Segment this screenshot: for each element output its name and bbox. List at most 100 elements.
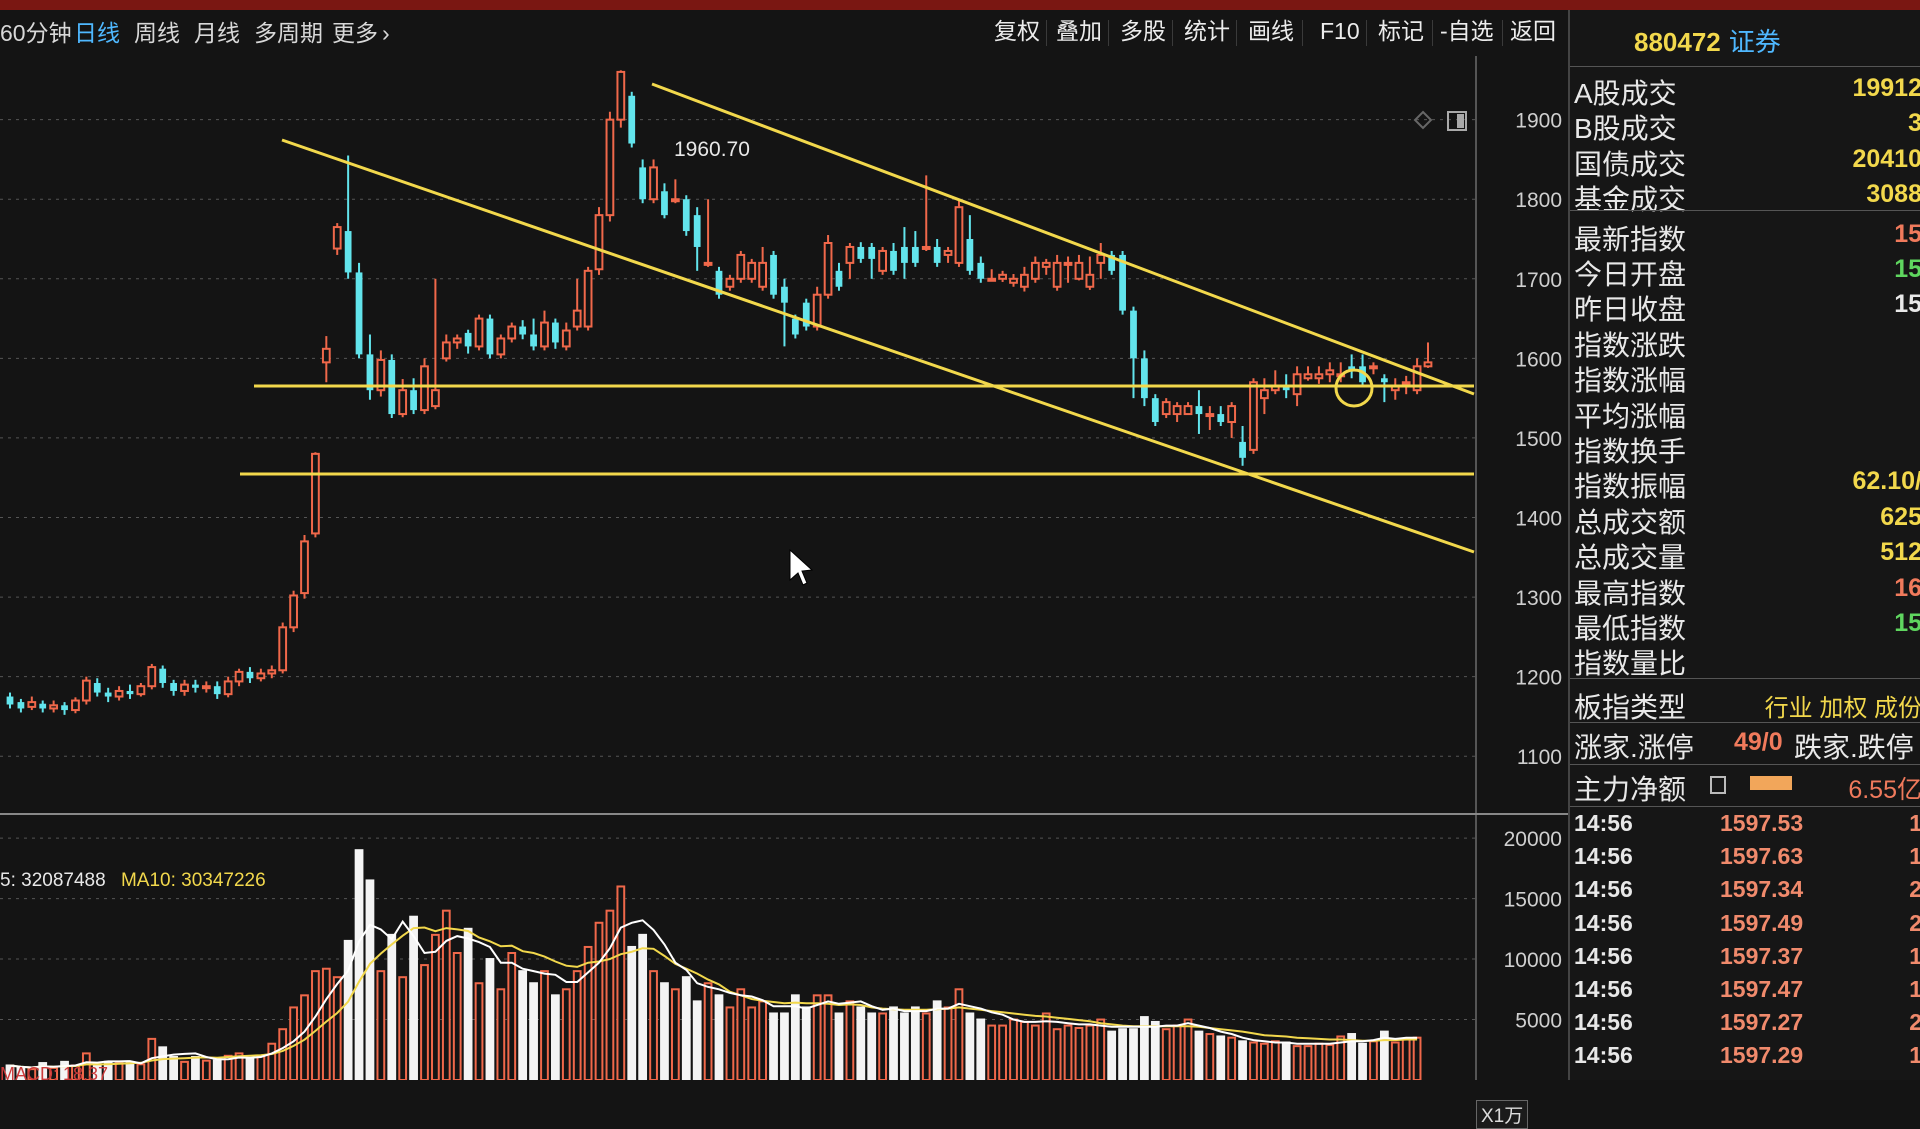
tool-stats-button[interactable]: 统计 [1184, 16, 1230, 46]
candle-body [594, 214, 604, 271]
upper-channel-line[interactable] [651, 82, 1475, 396]
stat-row: 指数涨幅 [1574, 359, 1920, 396]
period-daily[interactable]: 日线 [74, 18, 120, 48]
stat-label: 今日开盘 [1574, 259, 1687, 290]
toolbar-divider [1502, 20, 1503, 46]
chevron-right-icon[interactable]: › [382, 18, 390, 48]
candle-body [933, 246, 941, 263]
candle-body [605, 118, 615, 217]
tick-volume: 2 [1909, 876, 1920, 903]
candle-body [987, 277, 997, 282]
volume-bar [180, 1060, 189, 1080]
candle-body [639, 167, 647, 200]
tool-adjust-button[interactable]: 复权 [994, 16, 1040, 46]
tick-row[interactable]: 14:56 1597.49 2 [1570, 910, 1920, 943]
kline-chart-area[interactable]: 1900 1800 1700 1600 1500 1400 1300 1200 1100 2000… [0, 56, 1568, 1129]
candle-body [464, 332, 472, 347]
candle-body [126, 690, 134, 695]
tool-back-button[interactable]: 返回 [1510, 16, 1556, 46]
stat-label: 总成交量 [1574, 542, 1687, 574]
tool-watchlist-remove-button[interactable]: -自选 [1440, 16, 1494, 46]
tick-time: 14:56 [1574, 909, 1633, 936]
index-type-row: 板指类型 行业 加权 成份 [1574, 686, 1920, 723]
volume-bar [1052, 1028, 1062, 1080]
stat-row: 基金成交 3088 [1574, 178, 1920, 215]
tool-draw-line-button[interactable]: 画线 [1248, 16, 1294, 46]
candle-body [966, 239, 974, 271]
stat-row: 平均涨幅 [1574, 395, 1920, 432]
tick-row[interactable]: 14:56 1597.34 2 [1570, 876, 1920, 909]
tick-row[interactable]: 14:56 1597.53 1 [1570, 810, 1920, 843]
volume-bar [1096, 1018, 1106, 1080]
candle-body [344, 231, 352, 273]
tick-row[interactable]: 14:56 1597.37 1 [1570, 943, 1920, 976]
volume-bar [638, 933, 648, 1080]
period-multi[interactable]: 多周期 [254, 18, 323, 48]
volume-bar [1150, 1020, 1160, 1080]
list-icon[interactable] [1710, 776, 1726, 794]
candle-body [921, 245, 931, 250]
period-weekly[interactable]: 周线 [134, 18, 180, 48]
stat-row: 指数量比 [1574, 642, 1920, 679]
period-monthly[interactable]: 月线 [194, 18, 240, 48]
candle-body [781, 286, 788, 303]
stat-label: B股成交 [1574, 113, 1677, 145]
candle-body [1260, 389, 1269, 400]
volume-bar [191, 1056, 200, 1080]
tick-time: 14:56 [1574, 876, 1633, 903]
candle-body [6, 696, 14, 705]
candle-body [812, 293, 822, 328]
period-more[interactable]: 更多 [332, 18, 378, 48]
volume-bar [605, 909, 615, 1080]
tool-f10-button[interactable]: F10 [1320, 16, 1360, 46]
candle-body [649, 166, 658, 201]
tick-row[interactable]: 14:56 1597.62 1 [1570, 1076, 1920, 1080]
period-60min[interactable]: 60分钟 [0, 18, 72, 48]
candle-body [213, 686, 221, 695]
volume-bar [692, 1000, 702, 1080]
candle-body [561, 329, 571, 348]
tick-row[interactable]: 14:56 1597.29 1 [1570, 1042, 1920, 1075]
volume-bar [1205, 1033, 1215, 1080]
stat-row: 国债成交 20410 [1574, 143, 1920, 180]
divider [1570, 764, 1920, 765]
highlight-circle-marker[interactable] [1334, 368, 1374, 408]
stat-value: 512 [1880, 538, 1920, 567]
stat-label: 指数换手 [1574, 436, 1687, 467]
tick-price: 1597.29 [1720, 1042, 1804, 1069]
tool-multi-stock-button[interactable]: 多股 [1120, 16, 1166, 46]
candle-body [1085, 273, 1095, 288]
candle-body [355, 272, 363, 355]
price-tick-label: 1400 [1515, 508, 1562, 531]
kline-chart-svg[interactable]: 1900 1800 1700 1600 1500 1400 1300 1200 1100 2000… [0, 56, 1568, 1080]
tick-row[interactable]: 14:56 1597.27 2 [1570, 1009, 1920, 1042]
candle-body [170, 683, 177, 691]
tick-row[interactable]: 14:56 1597.47 1 [1570, 976, 1920, 1009]
volume-bar [616, 885, 626, 1080]
tool-overlay-button[interactable]: 叠加 [1056, 16, 1102, 46]
volume-bar [201, 1059, 211, 1080]
candle-body [1205, 413, 1215, 418]
tick-row[interactable]: 14:56 1597.63 1 [1570, 843, 1920, 876]
toolbar-divider [1108, 20, 1109, 46]
tick-volume: 2 [1909, 910, 1920, 937]
candle-body [552, 322, 559, 343]
candle-body [93, 683, 101, 693]
candle-body [1052, 261, 1062, 288]
rise-limit-value: 49/0 [1734, 728, 1783, 756]
candle-body [61, 705, 68, 711]
stat-value: 15 [1894, 255, 1920, 283]
volume-bar [889, 1006, 898, 1080]
candle-body [159, 668, 167, 684]
candle-body [770, 254, 777, 295]
candle-body [628, 95, 636, 144]
candle-body [507, 325, 517, 340]
volume-bar [267, 1042, 277, 1080]
candle-body [943, 249, 953, 256]
tool-mark-button[interactable]: 标记 [1378, 16, 1424, 46]
volume-bar [1303, 1045, 1313, 1080]
candle-body [911, 246, 919, 263]
candle-body [519, 326, 527, 335]
lower-channel-line[interactable] [281, 138, 1475, 554]
tick-time: 14:56 [1574, 1042, 1633, 1069]
